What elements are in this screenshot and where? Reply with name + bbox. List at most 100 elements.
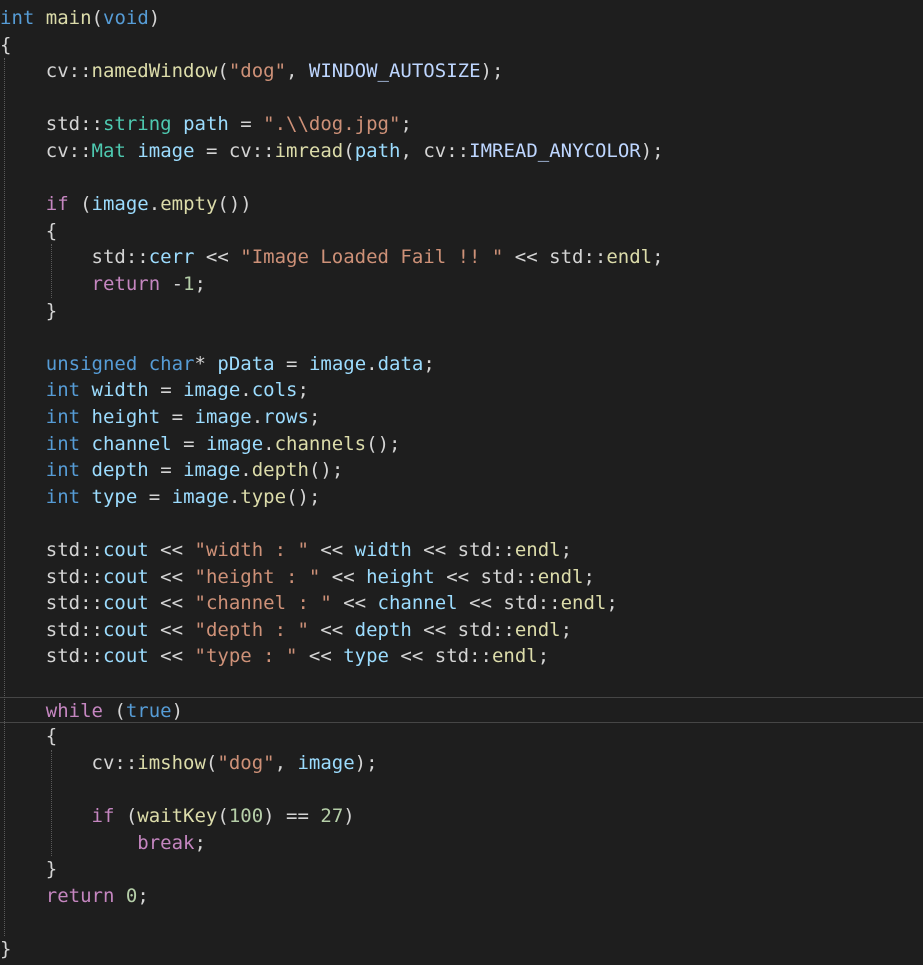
code-token-string: "channel : "	[194, 592, 332, 615]
code-token-var: depth	[91, 459, 149, 482]
code-line[interactable]	[0, 85, 923, 112]
code-line[interactable]: if (image.empty())	[0, 191, 923, 218]
code-line[interactable]: return 0;	[0, 883, 923, 910]
code-token-var: type	[343, 645, 389, 668]
code-token-punct: (	[205, 751, 218, 774]
code-line[interactable]: unsigned char* pData = image.data;	[0, 351, 923, 378]
code-line[interactable]: {	[0, 218, 923, 245]
code-line[interactable]: }	[0, 936, 923, 963]
code-line[interactable]	[0, 670, 923, 697]
code-line[interactable]: int main(void)	[0, 5, 923, 32]
code-line[interactable]: std::cerr << "Image Loaded Fail !! " << …	[0, 244, 923, 271]
code-line[interactable]: int channel = image.channels();	[0, 431, 923, 458]
code-token-punct: ,	[274, 751, 298, 774]
code-token-func: endl	[514, 618, 561, 641]
code-line[interactable]: {	[0, 723, 923, 750]
code-token-ns: std::	[45, 539, 103, 561]
code-token-keyword: int	[45, 406, 81, 428]
code-token-op: <<	[148, 645, 195, 668]
code-token-punct: (	[217, 60, 229, 83]
code-token-number: 1	[183, 273, 195, 295]
code-token-keyword: unsigned	[45, 352, 138, 375]
code-token-punct: ;	[297, 379, 309, 402]
code-token-string: ".\\dog.jpg"	[263, 113, 401, 136]
code-line[interactable]: std::cout << "channel : " << channel << …	[0, 590, 923, 617]
code-line[interactable]: {	[0, 32, 923, 59]
code-token-var: image	[171, 485, 229, 508]
code-token-op: <<	[148, 618, 195, 641]
code-line[interactable]: std::cout << "width : " << width << std:…	[0, 537, 923, 564]
code-line[interactable]: int width = image.cols;	[0, 377, 923, 404]
code-token-keyword: int	[0, 7, 35, 29]
code-token-func: endl	[560, 592, 607, 615]
code-line[interactable]: while (true)	[0, 696, 923, 724]
code-token-string: "dog"	[228, 60, 287, 83]
code-token-string: "height : "	[194, 565, 321, 588]
code-token-type: string	[102, 113, 172, 136]
code-token-keyword: int	[45, 379, 81, 402]
code-token-punct: {	[45, 725, 58, 748]
code-token-string: "Image Loaded Fail !! "	[240, 246, 504, 269]
code-line[interactable]: return -1;	[0, 271, 923, 298]
code-line[interactable]: std::cout << "depth : " << depth << std:…	[0, 617, 923, 644]
code-token-punct: ;	[606, 592, 618, 615]
code-token-var: image	[297, 751, 355, 774]
code-token-number: 100	[228, 805, 264, 827]
code-line[interactable]: int type = image.type();	[0, 484, 923, 511]
code-line[interactable]: }	[0, 298, 923, 325]
code-token-var: path	[354, 140, 401, 162]
code-token-func: endl	[491, 645, 538, 668]
code-token-punct: )	[148, 7, 161, 29]
code-token-ns: std::	[45, 645, 103, 668]
code-line[interactable]: int depth = image.depth();	[0, 457, 923, 484]
code-token-keyword: char	[148, 352, 195, 375]
code-line[interactable]: cv::namedWindow("dog", WINDOW_AUTOSIZE);	[0, 58, 923, 85]
code-token-punct: ())	[217, 193, 252, 216]
code-line[interactable]: cv::imshow("dog", image);	[0, 750, 923, 777]
code-line[interactable]: if (waitKey(100) == 27)	[0, 803, 923, 830]
code-token-ns: cv::	[45, 60, 92, 83]
code-token-func: endl	[606, 246, 653, 269]
code-line[interactable]	[0, 165, 923, 192]
code-line[interactable]: int height = image.rows;	[0, 404, 923, 431]
code-line[interactable]: break;	[0, 830, 923, 857]
code-line[interactable]: }	[0, 856, 923, 883]
code-token-punct: .	[240, 459, 252, 482]
code-line[interactable]	[0, 324, 923, 351]
code-token-op: <<	[308, 539, 355, 561]
code-token-macro: IMREAD_ANYCOLOR	[469, 140, 641, 162]
code-token-punct: (	[68, 193, 92, 216]
code-line[interactable]	[0, 909, 923, 936]
code-token-punct: ();	[286, 485, 321, 508]
code-token-func: waitKey	[137, 805, 218, 827]
code-token-ns: cv::	[45, 140, 92, 162]
code-line[interactable]: std::string path = ".\\dog.jpg";	[0, 111, 923, 138]
code-line[interactable]	[0, 776, 923, 803]
code-token-string: "type : "	[194, 645, 298, 668]
code-token-punct: ();	[366, 432, 401, 455]
code-line[interactable]: std::cout << "type : " << type << std::e…	[0, 643, 923, 670]
code-line[interactable]: std::cout << "height : " << height << st…	[0, 564, 923, 591]
code-line[interactable]: cv::Mat image = cv::imread(path, cv::IMR…	[0, 138, 923, 165]
code-token-control: while	[45, 699, 103, 722]
code-token-var: image	[91, 193, 149, 216]
code-token-punct: ,	[400, 140, 424, 162]
code-line[interactable]	[0, 510, 923, 537]
code-token-func: imshow	[137, 751, 206, 774]
code-token-func: namedWindow	[91, 60, 218, 83]
code-token-punct: .	[228, 485, 241, 508]
code-editor[interactable]: int main(void){ cv::namedWindow("dog", W…	[0, 0, 923, 965]
code-token-op: =	[148, 379, 184, 402]
code-token-punct: ;	[194, 273, 206, 295]
code-token-punct: ;	[137, 884, 149, 907]
